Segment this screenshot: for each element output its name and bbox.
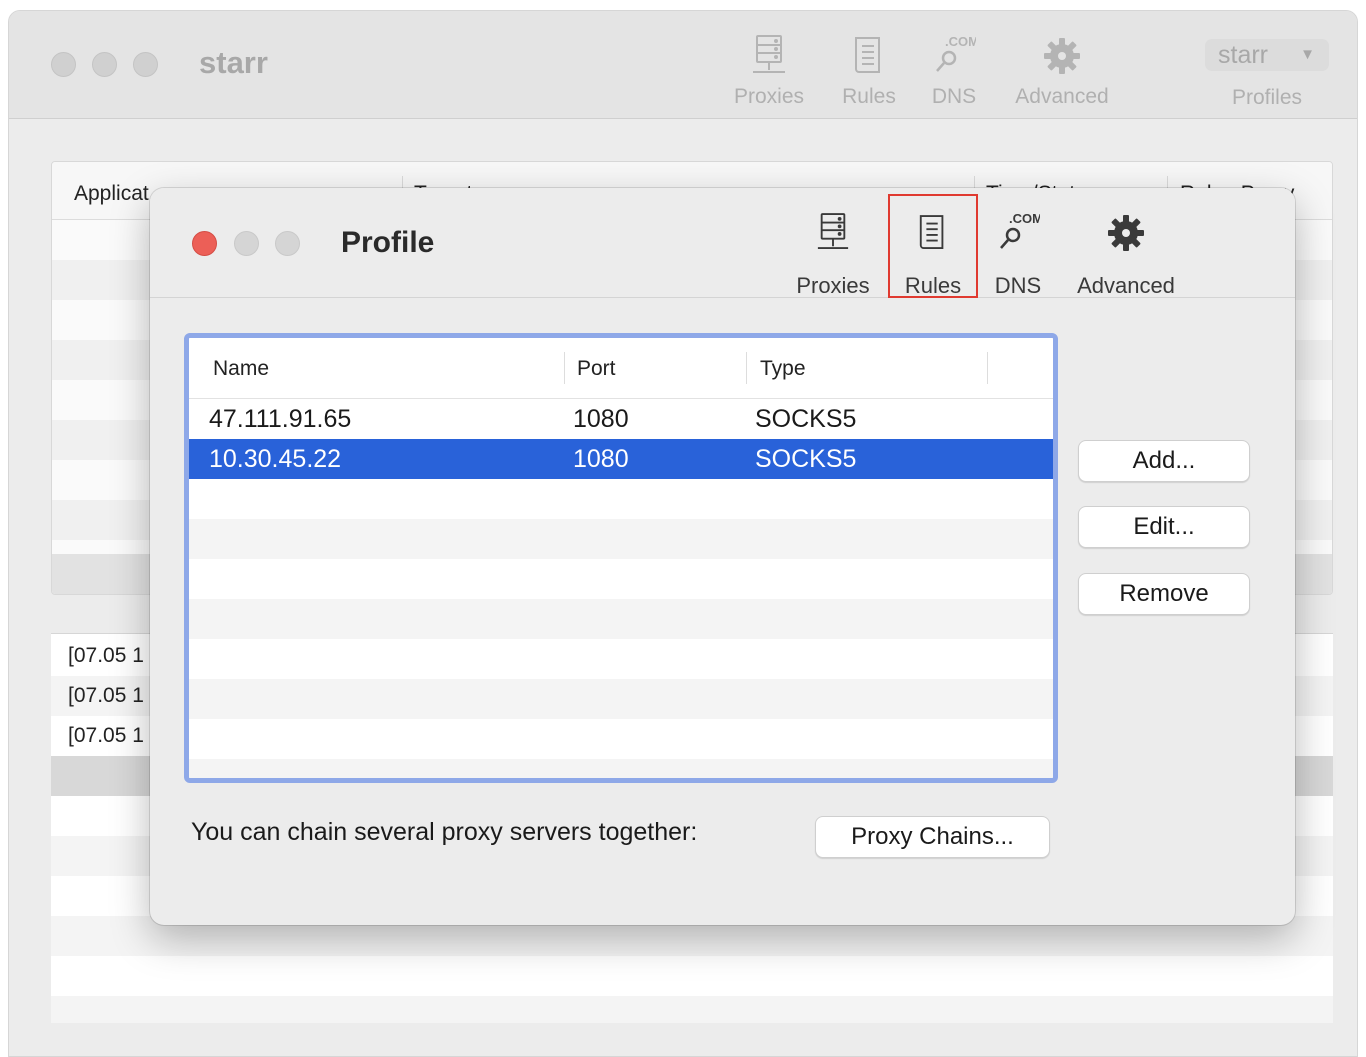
add-proxy-button[interactable]: Add... — [1078, 440, 1250, 482]
tab-proxies[interactable]: Proxies — [788, 208, 878, 299]
tab-dns-label: DNS — [994, 273, 1042, 298]
main-toolbar-advanced[interactable]: Advanced — [1012, 33, 1112, 109]
rules-highlight-box — [888, 194, 978, 298]
table-row — [189, 519, 1053, 559]
dns-badge: .COM — [1009, 211, 1040, 226]
tab-dns[interactable]: .COM DNS — [988, 208, 1048, 299]
tab-proxies-label: Proxies — [796, 273, 870, 298]
profile-title: Profile — [341, 226, 435, 259]
proxy-name: 47.111.91.65 — [209, 405, 352, 433]
proxy-port: 1080 — [573, 445, 629, 473]
dns-search-icon: .COM — [904, 33, 1004, 79]
column-separator — [746, 352, 747, 384]
table-row — [189, 639, 1053, 679]
server-icon — [788, 208, 878, 258]
proxy-type: SOCKS5 — [755, 405, 857, 433]
main-zoom-button[interactable] — [133, 52, 158, 77]
table-row[interactable]: 47.111.91.65 1080 SOCKS5 — [189, 399, 1053, 439]
edit-proxy-button[interactable]: Edit... — [1078, 506, 1250, 548]
remove-proxy-button[interactable]: Remove — [1078, 573, 1250, 615]
profiles-select[interactable]: starr ▼ — [1205, 39, 1329, 71]
dns-search-icon: .COM — [988, 208, 1048, 258]
profiles-select-value: starr — [1218, 41, 1268, 69]
gear-icon — [1068, 208, 1184, 258]
column-separator — [987, 352, 988, 384]
col-type[interactable]: Type — [760, 357, 806, 381]
proxy-chain-description: You can chain several proxy servers toge… — [191, 818, 698, 846]
proxy-chains-button[interactable]: Proxy Chains... — [815, 816, 1050, 858]
col-name[interactable]: Name — [213, 357, 269, 381]
close-button[interactable] — [192, 231, 217, 256]
table-row — [189, 479, 1053, 519]
zoom-button[interactable] — [275, 231, 300, 256]
gear-icon — [1012, 33, 1112, 79]
minimize-button[interactable] — [234, 231, 259, 256]
table-row — [189, 679, 1053, 719]
table-row-selected[interactable]: 10.30.45.22 1080 SOCKS5 — [189, 439, 1053, 479]
table-row — [189, 559, 1053, 599]
main-toolbar-dns[interactable]: .COM DNS — [904, 33, 1004, 109]
server-icon — [719, 33, 819, 79]
log-line — [51, 996, 1333, 1023]
profiles-label: Profiles — [1231, 86, 1303, 109]
table-row — [189, 599, 1053, 639]
main-close-button[interactable] — [51, 52, 76, 77]
main-minimize-button[interactable] — [92, 52, 117, 77]
log-line — [51, 956, 1333, 996]
main-toolbar-proxies[interactable]: Proxies — [719, 33, 819, 109]
main-toolbar-advanced-label: Advanced — [1015, 85, 1109, 108]
tab-advanced-label: Advanced — [1077, 273, 1175, 298]
column-separator — [564, 352, 565, 384]
table-row — [189, 719, 1053, 759]
proxy-table-header: Name Port Type — [189, 338, 1053, 399]
tab-advanced[interactable]: Advanced — [1068, 208, 1184, 299]
chevron-down-icon: ▼ — [1300, 46, 1315, 63]
profile-toolbar: Profile Proxies Rules .COM DNS Advanced — [150, 188, 1295, 298]
col-port[interactable]: Port — [577, 357, 616, 381]
main-toolbar-dns-label: DNS — [931, 85, 977, 108]
main-dns-badge: .COM — [945, 34, 976, 49]
profile-dialog: Profile Proxies Rules .COM DNS Advanced — [150, 188, 1295, 925]
main-window-title: starr — [199, 45, 268, 80]
proxy-name: 10.30.45.22 — [209, 445, 342, 473]
table-row — [189, 759, 1053, 778]
proxy-port: 1080 — [573, 405, 629, 433]
main-titlebar: starr Proxies Rules .COM DNS Advanced st… — [9, 11, 1357, 119]
main-toolbar-proxies-label: Proxies — [733, 85, 805, 108]
proxy-type: SOCKS5 — [755, 445, 857, 473]
proxy-table[interactable]: Name Port Type 47.111.91.65 1080 SOCKS5 … — [184, 333, 1058, 783]
